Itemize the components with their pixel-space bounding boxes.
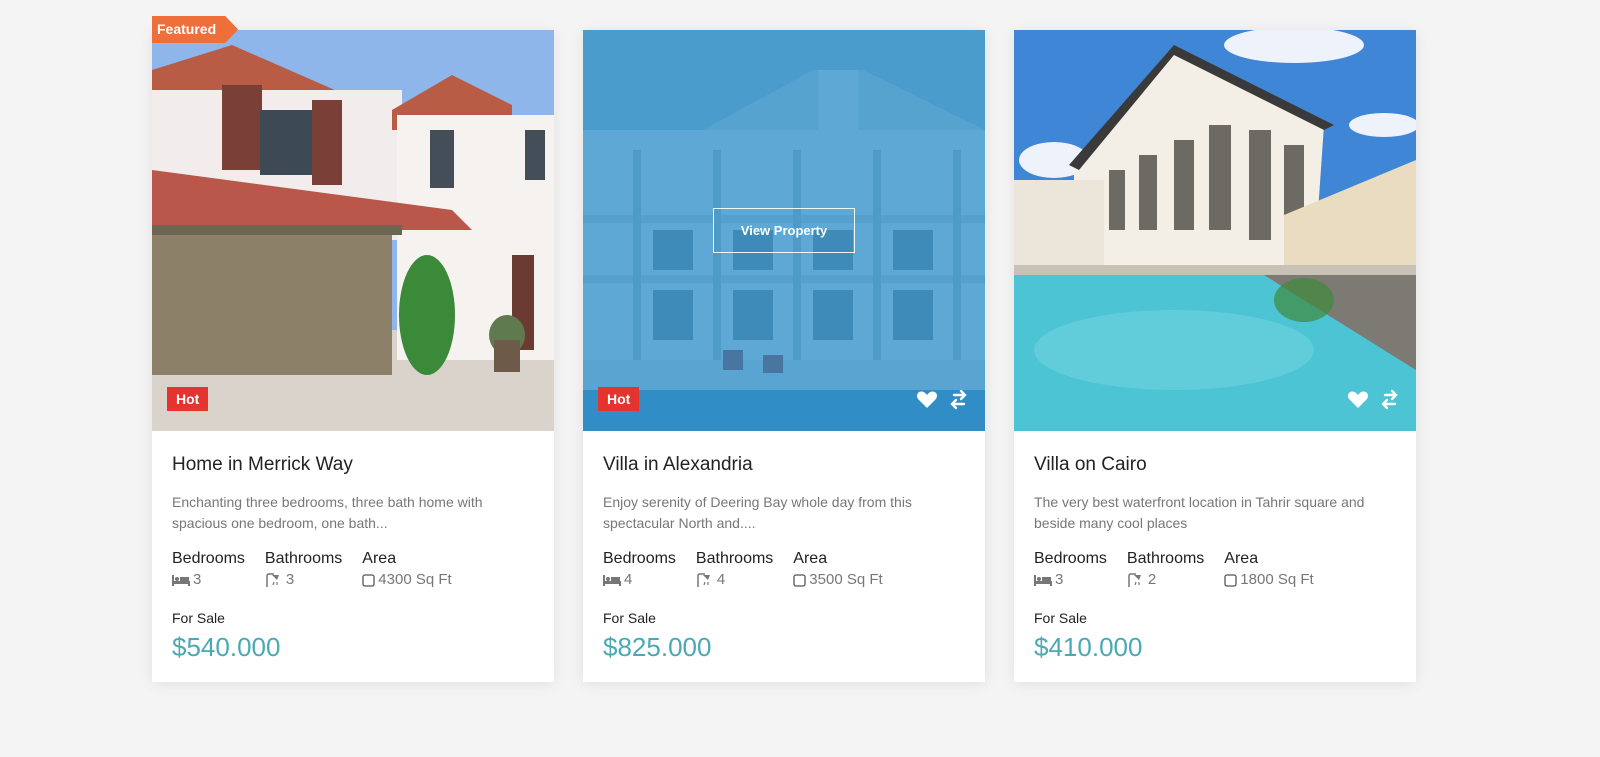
house-photo (152, 30, 554, 431)
bedrooms-count: 3 (193, 571, 202, 588)
spec-area: Area 1800 Sq Ft (1224, 549, 1313, 591)
spec-area: Area 3500 Sq Ft (793, 549, 882, 591)
property-description: The very best waterfront location in Tah… (1034, 494, 1365, 531)
bedrooms-label: Bedrooms (603, 550, 676, 567)
compare-arrows-icon[interactable] (947, 387, 971, 411)
spec-bathrooms: Bathrooms 4 (696, 549, 773, 591)
bedrooms-value: 4 (603, 569, 676, 591)
listing-status: For Sale (603, 610, 656, 626)
shower-icon (1128, 573, 1141, 587)
heart-icon[interactable] (1346, 387, 1370, 411)
area-label: Area (793, 550, 828, 567)
property-specs: Bedrooms 4 Bathrooms 4 Area 3500 Sq Ft (603, 549, 965, 591)
property-title[interactable]: Villa on Cairo (1034, 453, 1396, 477)
property-description: Enjoy serenity of Deering Bay whole day … (603, 494, 912, 531)
hot-badge: Hot (167, 387, 209, 411)
listing-status: For Sale (1034, 610, 1087, 626)
bedrooms-label: Bedrooms (1034, 550, 1107, 567)
property-price: $540.000 (172, 632, 281, 662)
area-amount: 4300 Sq Ft (378, 571, 452, 588)
area-value: 4300 Sq Ft (362, 569, 452, 591)
square-icon (362, 573, 375, 587)
property-title[interactable]: Villa in Alexandria (603, 453, 965, 477)
square-icon (1224, 573, 1237, 587)
area-value: 1800 Sq Ft (1224, 569, 1314, 591)
card-body: Villa in Alexandria Enjoy serenity of De… (583, 431, 985, 663)
property-card[interactable]: Featured Hot Home in Merrick Way Enchant… (152, 16, 554, 682)
bedrooms-count: 3 (1055, 571, 1064, 588)
spec-bedrooms: Bedrooms 4 (603, 549, 676, 591)
card-body: Villa on Cairo The very best waterfront … (1014, 431, 1416, 663)
hot-badge: Hot (598, 387, 640, 411)
area-label: Area (1224, 550, 1259, 567)
bedrooms-count: 4 (624, 571, 633, 588)
property-card[interactable]: Villa on Cairo The very best waterfront … (1014, 30, 1416, 682)
spec-bedrooms: Bedrooms 3 (1034, 549, 1107, 591)
media-actions (1346, 387, 1402, 411)
property-specs: Bedrooms 3 Bathrooms 3 Area 4300 Sq Ft (172, 549, 534, 591)
property-description: Enchanting three bedrooms, three bath ho… (172, 494, 483, 531)
bathrooms-label: Bathrooms (1126, 550, 1205, 567)
square-icon (793, 573, 806, 587)
bathrooms-count: 3 (285, 571, 295, 588)
spec-bathrooms: Bathrooms 2 (1127, 549, 1204, 591)
bed-icon (603, 575, 621, 586)
property-title[interactable]: Home in Merrick Way (172, 453, 534, 477)
bedrooms-value: 3 (172, 569, 245, 591)
property-image[interactable]: View Property Hot (583, 30, 985, 431)
property-specs: Bedrooms 3 Bathrooms 2 Area 1800 Sq Ft (1034, 549, 1396, 591)
property-card[interactable]: View Property Hot Villa in Alexandria En… (583, 30, 985, 682)
bed-icon (172, 575, 190, 586)
property-card-list: Featured Hot Home in Merrick Way Enchant… (152, 16, 1416, 682)
bathrooms-label: Bathrooms (695, 550, 774, 567)
bathrooms-count: 2 (1147, 571, 1157, 588)
hover-overlay: View Property (583, 30, 985, 431)
media-actions (915, 387, 971, 411)
bathrooms-value: 4 (696, 569, 773, 591)
spec-bedrooms: Bedrooms 3 (172, 549, 245, 591)
bathrooms-value: 2 (1127, 569, 1204, 591)
featured-tag: Featured (152, 16, 239, 43)
property-price: $825.000 (603, 632, 712, 662)
spec-bathrooms: Bathrooms 3 (265, 549, 342, 591)
card-body: Home in Merrick Way Enchanting three bed… (152, 431, 554, 663)
spec-area: Area 4300 Sq Ft (362, 549, 451, 591)
heart-icon[interactable] (915, 387, 939, 411)
area-label: Area (362, 550, 397, 567)
shower-icon (266, 573, 279, 587)
area-value: 3500 Sq Ft (793, 569, 883, 591)
property-image[interactable]: Hot (152, 30, 554, 431)
bedrooms-label: Bedrooms (172, 550, 245, 567)
listing-status: For Sale (172, 610, 225, 626)
bathrooms-value: 3 (265, 569, 342, 591)
property-price: $410.000 (1034, 632, 1143, 662)
compare-arrows-icon[interactable] (1378, 387, 1402, 411)
bathrooms-count: 4 (716, 571, 726, 588)
pool-villa-photo (1014, 30, 1416, 431)
bed-icon (1034, 575, 1052, 586)
view-property-button[interactable]: View Property (713, 208, 855, 253)
shower-icon (697, 573, 710, 587)
bathrooms-label: Bathrooms (264, 550, 343, 567)
area-amount: 1800 Sq Ft (1240, 571, 1314, 588)
bedrooms-value: 3 (1034, 569, 1107, 591)
property-image[interactable] (1014, 30, 1416, 431)
area-amount: 3500 Sq Ft (809, 571, 883, 588)
